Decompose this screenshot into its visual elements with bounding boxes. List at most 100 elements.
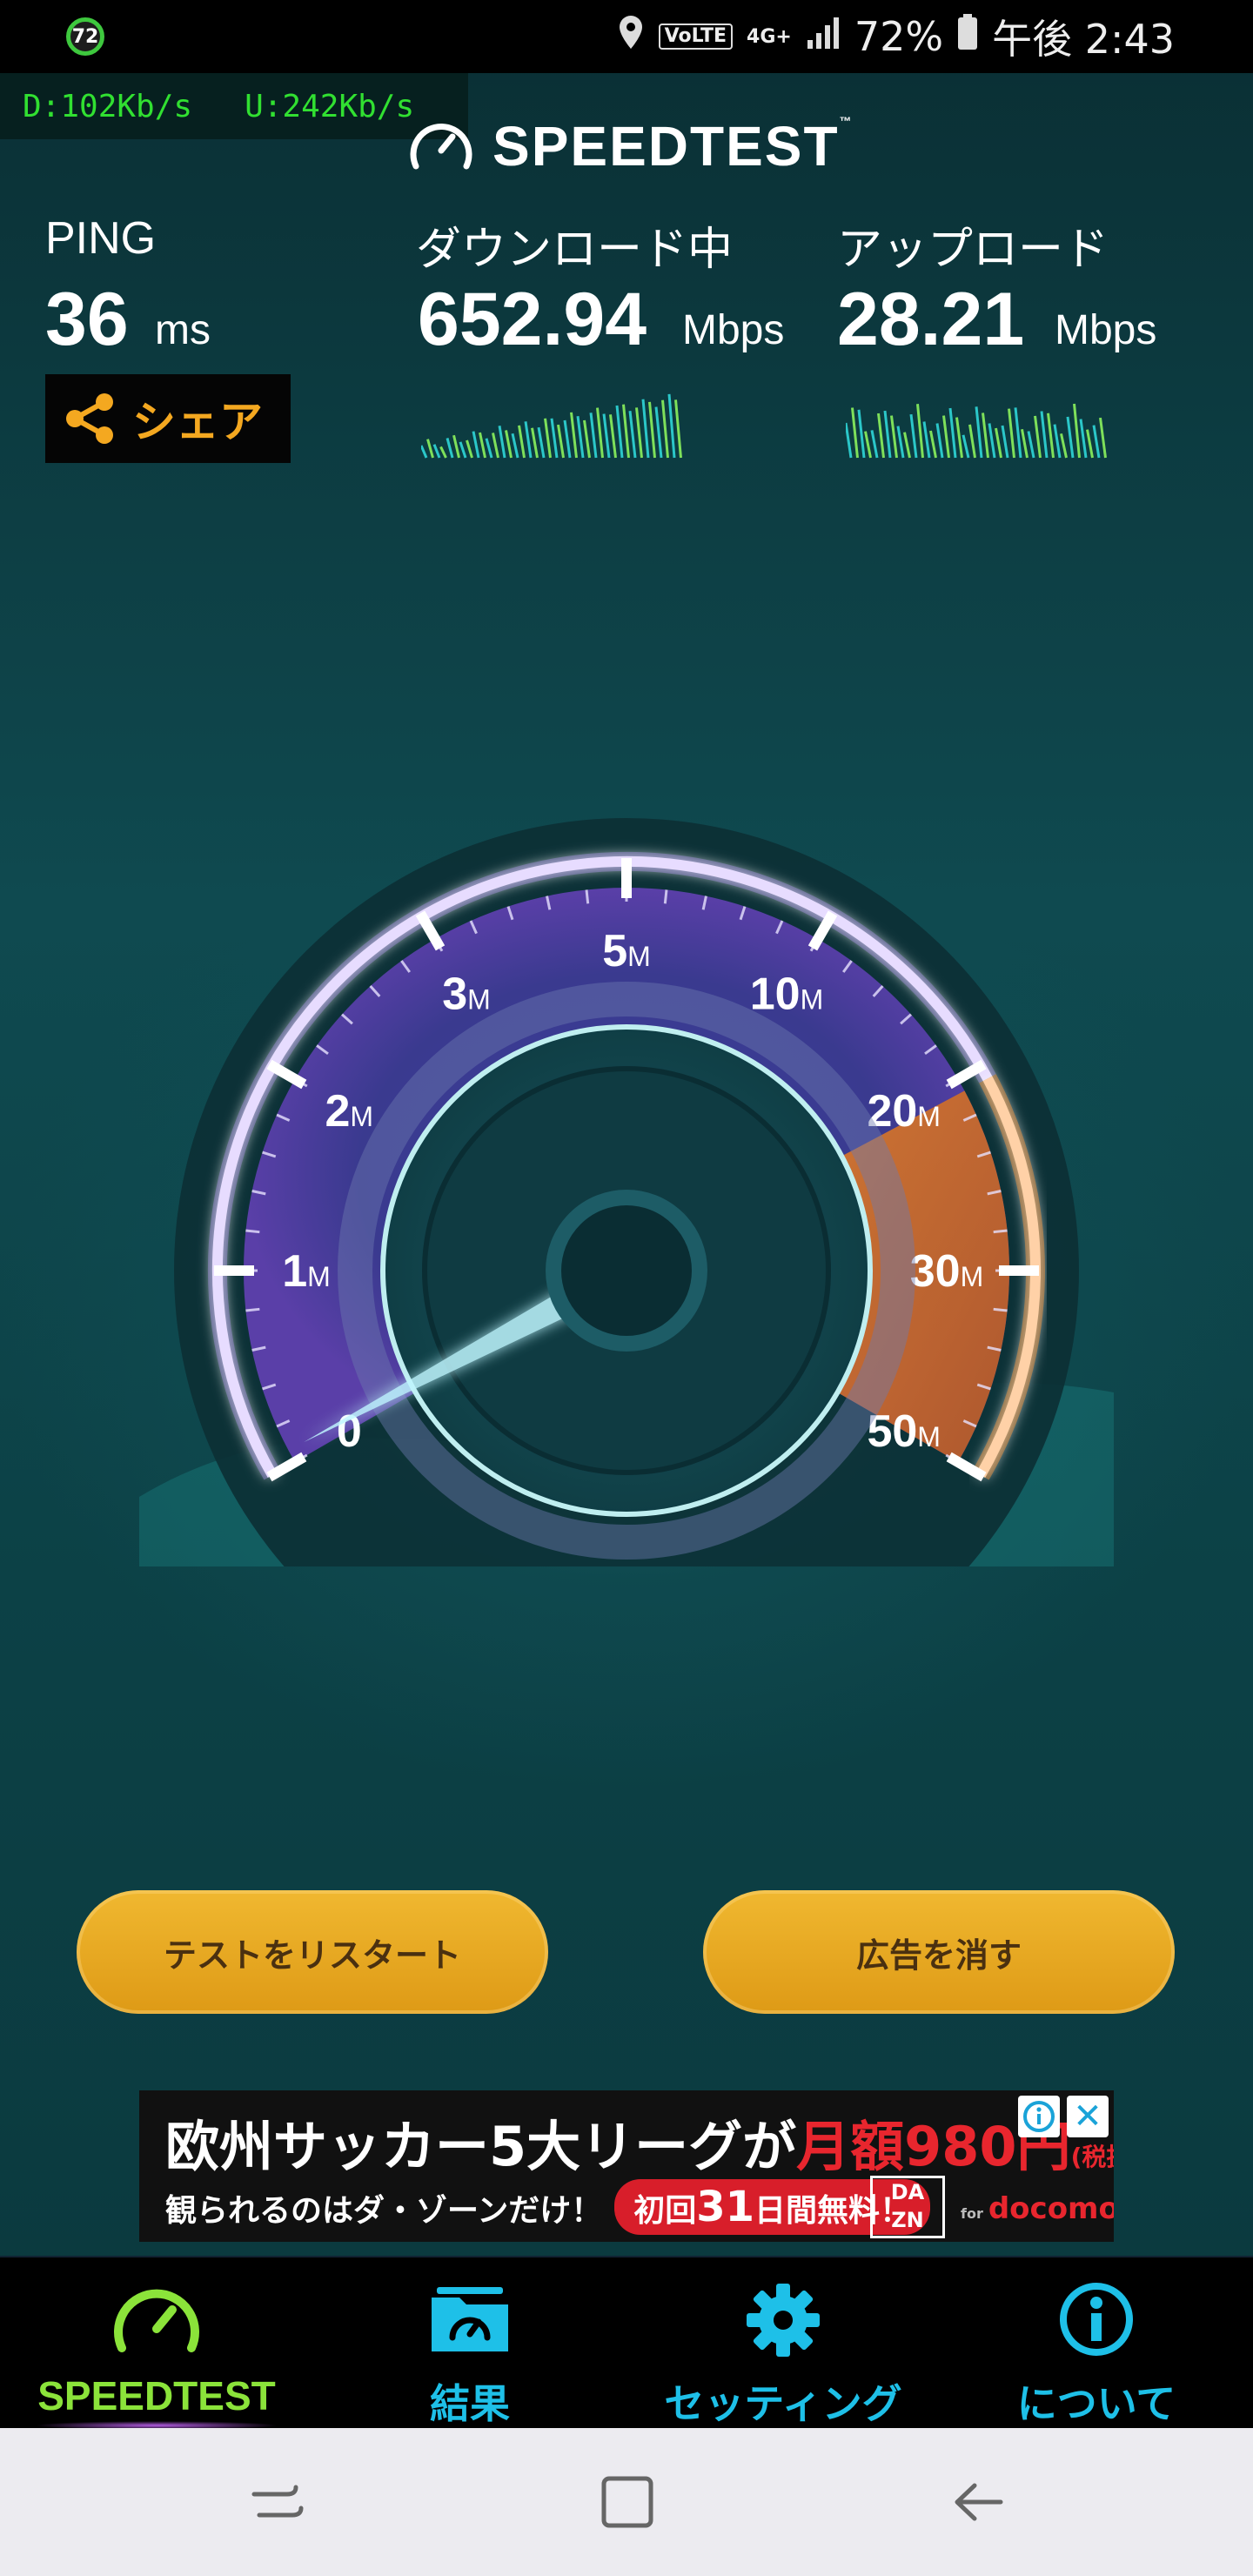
gauge-minor-tick	[993, 1229, 1008, 1234]
ad-headline: 欧州サッカー5大リーグが月額980円(税抜)で	[165, 2115, 1114, 2178]
sparkline-bar	[968, 424, 976, 459]
sparkline-bar	[903, 432, 911, 459]
tab-results[interactable]: 結果	[313, 2257, 626, 2430]
battery-icon	[957, 13, 978, 60]
location-icon	[617, 13, 645, 60]
dazn-logo: DA ZN	[870, 2176, 945, 2238]
sparkline-bar	[922, 421, 931, 459]
sparkline-bar	[1053, 424, 1062, 459]
sparkline-bar	[641, 399, 650, 459]
back-icon[interactable]	[940, 2463, 1018, 2541]
sparkline-bar	[1014, 407, 1022, 459]
sparkline-bar	[1021, 428, 1029, 459]
sparkline-bar	[583, 419, 591, 459]
sparkline-bar	[909, 413, 918, 459]
info-icon	[1060, 2283, 1133, 2356]
home-icon[interactable]	[588, 2463, 667, 2541]
sparkline-bar	[877, 413, 885, 459]
tab-label-speedtest: SPEEDTEST	[37, 2373, 276, 2418]
tab-about[interactable]: について	[940, 2257, 1253, 2430]
sparkline-bar	[432, 444, 441, 459]
ad-subline: 観られるのはダ・ゾーンだけ！ 初回31日間無料！	[165, 2179, 931, 2235]
sparkline-bar	[942, 415, 950, 459]
ping-unit: ms	[155, 307, 211, 353]
ad-close-icon[interactable]: ✕	[1067, 2096, 1109, 2137]
speedtest-logo: SPEEDTEST™	[407, 111, 854, 181]
gauge-logo-icon	[410, 123, 472, 170]
sparkline-bar	[955, 417, 963, 459]
sparkline-bar	[544, 418, 552, 459]
sparkline-bar	[962, 434, 970, 459]
sparkline-bar	[883, 410, 892, 459]
sparkline-bar	[648, 401, 656, 459]
share-icon	[66, 393, 113, 444]
network-type: 4G+	[747, 25, 792, 48]
sparkline-bar	[596, 407, 604, 459]
sparkline-bar	[459, 441, 467, 459]
share-button[interactable]: シェア	[45, 374, 291, 463]
sparkline-bar	[537, 426, 546, 459]
sparkline-bar	[446, 438, 454, 459]
sparkline-bar	[472, 431, 480, 459]
upload-value: 28.21	[837, 278, 1025, 361]
sparkline-bar	[452, 434, 460, 459]
sparkline-bar	[615, 405, 624, 459]
sparkline-bar	[1001, 425, 1009, 459]
upload-label: アップロード	[837, 225, 1109, 275]
sparkline-bar	[570, 412, 578, 459]
speed-gauge: 0 1M 2M 3M 5M 10M 20M 30M 50M	[139, 783, 1114, 1723]
sparkline-bar	[563, 419, 572, 459]
sparkline-bar	[518, 425, 526, 459]
sparkline-bar	[661, 399, 669, 459]
sparkline-bar	[531, 427, 539, 459]
sparkline-bar	[1008, 408, 1015, 459]
download-sparkline	[421, 393, 682, 459]
recent-apps-icon[interactable]	[238, 2463, 317, 2541]
sparkline-bar	[929, 430, 937, 459]
sparkline-bar	[505, 430, 513, 459]
sparkline-bar	[557, 424, 565, 459]
sparkline-bar	[498, 425, 506, 459]
sparkline-bar	[635, 407, 643, 459]
net-rate-overlay: D:102Kb/s U:242Kb/s	[0, 73, 468, 139]
signal-icon	[806, 13, 841, 60]
volte-icon: VoLTE	[658, 23, 734, 50]
gauge-minor-tick	[993, 1307, 1008, 1312]
tab-settings[interactable]: セッティング	[626, 2257, 940, 2430]
tab-label-results: 結果	[430, 2381, 510, 2426]
sparkline-bar	[1066, 416, 1075, 459]
ping-label: PING	[45, 213, 157, 264]
gauge-minor-tick	[245, 1229, 260, 1234]
sparkline-bar	[975, 406, 983, 459]
sparkline-bar	[1047, 413, 1055, 459]
sparkline-bar	[916, 404, 924, 459]
download-unit: Mbps	[682, 307, 785, 353]
sparkline-bar	[576, 415, 585, 459]
sparkline-bar	[896, 426, 905, 459]
upload-sparkline	[846, 403, 1107, 459]
sparkline-bar	[1079, 419, 1088, 459]
sparkline-bar	[485, 438, 493, 459]
sparkline-bar	[948, 407, 957, 459]
restart-test-button[interactable]: テストをリスタート	[77, 1890, 548, 2014]
ad-info-icon[interactable]	[1018, 2096, 1060, 2137]
status-bar: 72 VoLTE 4G+ 72% 午後 2:43	[0, 0, 1253, 73]
sparkline-bar	[511, 433, 519, 459]
sparkline-bar	[609, 414, 617, 459]
sparkline-bar	[628, 411, 637, 459]
download-value: 652.94	[418, 278, 647, 361]
sparkline-bar	[1060, 433, 1068, 459]
sparkline-bar	[426, 439, 434, 459]
remove-ads-button[interactable]: 広告を消す	[703, 1890, 1175, 2014]
ad-banner[interactable]: 欧州サッカー5大リーグが月額980円(税抜)で 観られるのはダ・ゾーンだけ！初回…	[139, 2090, 1114, 2242]
sparkline-bar	[466, 439, 473, 459]
gauge-minor-tick	[245, 1307, 260, 1312]
sparkline-bar	[667, 393, 676, 459]
sparkline-bar	[870, 430, 879, 459]
download-rate: D:102Kb/s	[23, 88, 193, 124]
gear-icon	[747, 2284, 820, 2357]
sparkline-bar	[846, 422, 853, 459]
sparkline-bar	[479, 432, 486, 459]
tab-speedtest[interactable]: SPEEDTEST	[0, 2257, 313, 2430]
sparkline-bar	[982, 413, 989, 459]
